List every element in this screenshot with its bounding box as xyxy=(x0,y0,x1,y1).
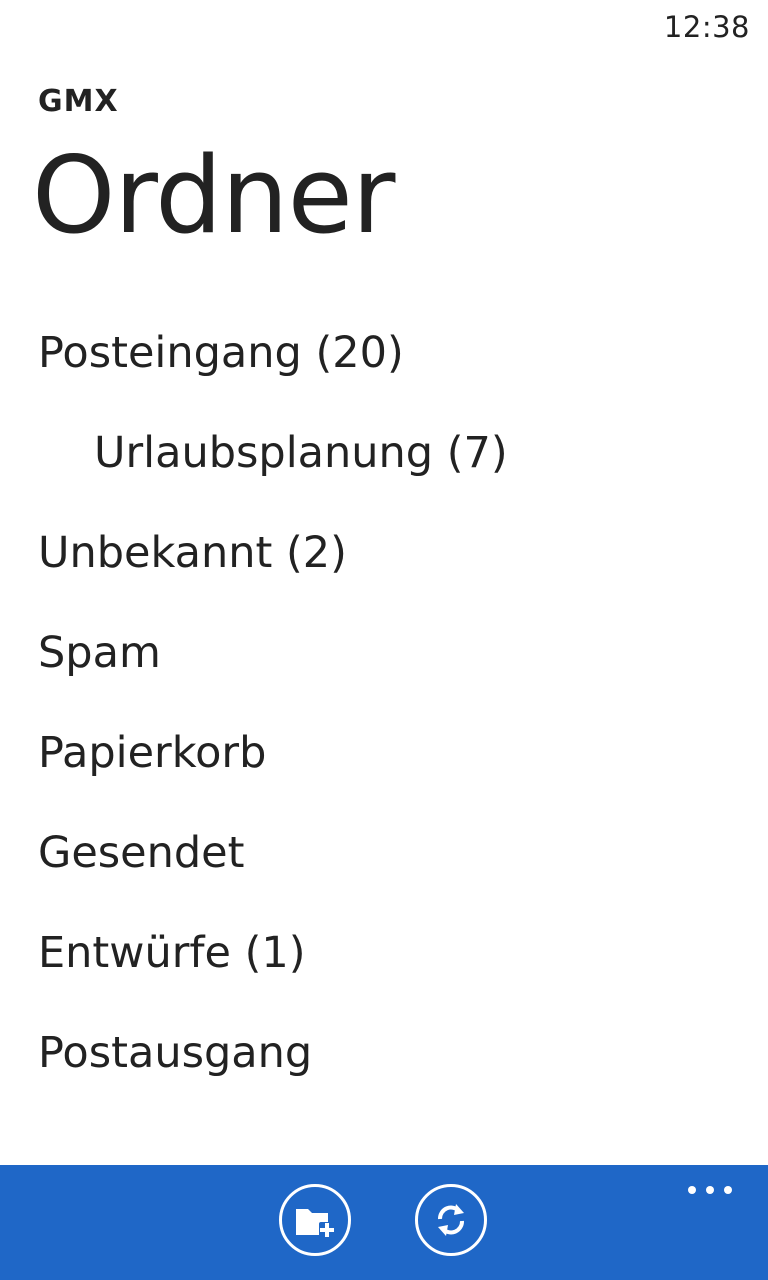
folder-item-gesendet[interactable]: Gesendet xyxy=(0,820,768,920)
sync-icon xyxy=(438,1204,464,1236)
folder-item-papierkorb[interactable]: Papierkorb xyxy=(0,720,768,820)
folder-list: Posteingang (20) Urlaubsplanung (7) Unbe… xyxy=(0,320,768,1120)
new-folder-icon xyxy=(296,1209,335,1238)
folder-item-posteingang[interactable]: Posteingang (20) xyxy=(0,320,768,420)
folder-item-unbekannt[interactable]: Unbekannt (2) xyxy=(0,520,768,620)
page-title: Ordner xyxy=(32,134,395,257)
app-bar xyxy=(0,1165,768,1280)
status-time: 12:38 xyxy=(663,10,750,44)
ellipsis-dot xyxy=(706,1186,714,1194)
screen: 12:38 GMX Ordner Posteingang (20) Urlaub… xyxy=(0,0,768,1280)
folder-item-postausgang[interactable]: Postausgang xyxy=(0,1020,768,1120)
folder-item-entwuerfe[interactable]: Entwürfe (1) xyxy=(0,920,768,1020)
status-bar: 12:38 xyxy=(0,0,768,56)
ellipsis-icon[interactable] xyxy=(688,1183,732,1197)
ellipsis-dot xyxy=(688,1186,696,1194)
sync-button[interactable] xyxy=(415,1184,487,1256)
folder-item-urlaubsplanung[interactable]: Urlaubsplanung (7) xyxy=(0,420,768,520)
new-folder-button[interactable] xyxy=(279,1184,351,1256)
app-name: GMX xyxy=(38,84,119,119)
ellipsis-dot xyxy=(724,1186,732,1194)
folder-item-spam[interactable]: Spam xyxy=(0,620,768,720)
